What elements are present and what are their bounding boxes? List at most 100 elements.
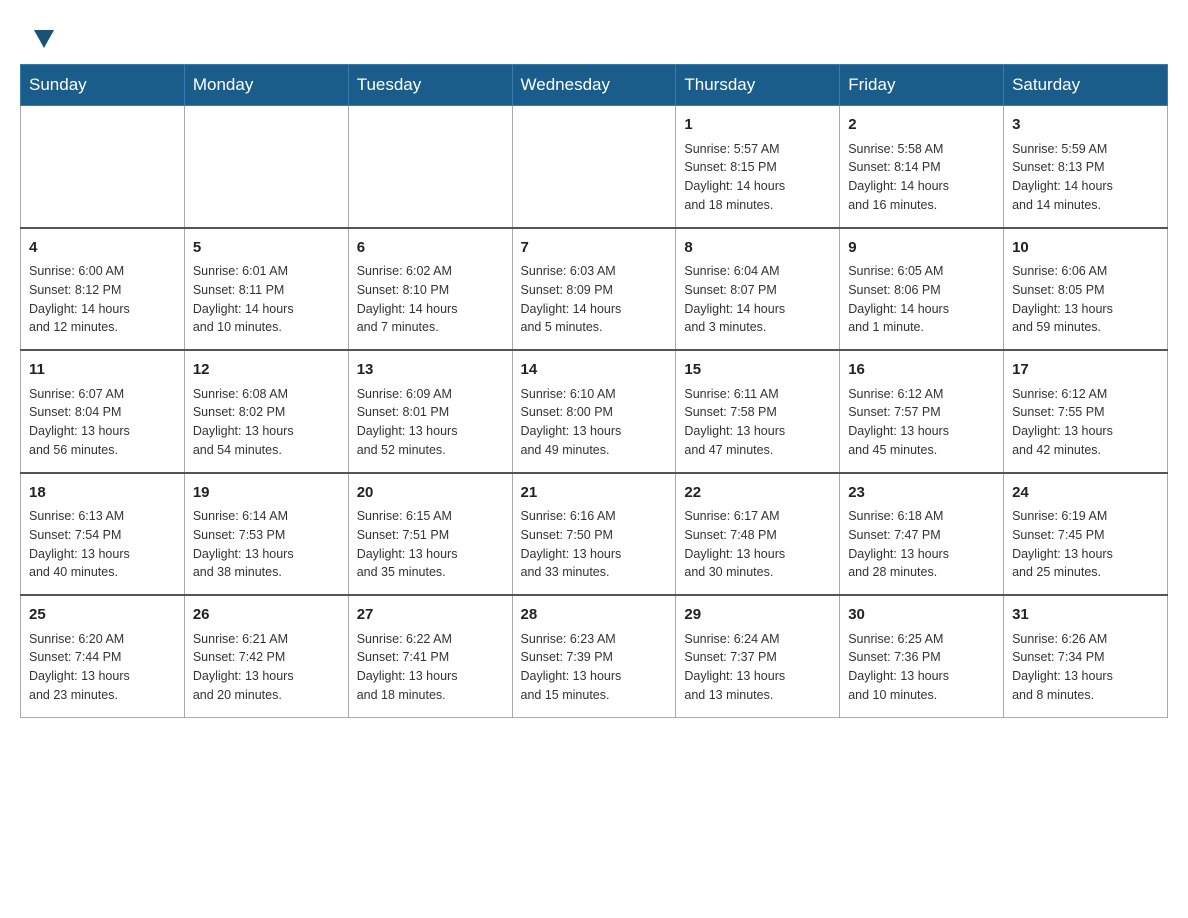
day-info: Sunrise: 6:26 AMSunset: 7:34 PMDaylight:…: [1012, 630, 1159, 705]
logo-triangle-icon: [34, 30, 54, 48]
calendar-cell: 22Sunrise: 6:17 AMSunset: 7:48 PMDayligh…: [676, 473, 840, 596]
calendar-week-row: 4Sunrise: 6:00 AMSunset: 8:12 PMDaylight…: [21, 228, 1168, 351]
calendar-cell: [184, 106, 348, 228]
day-info: Sunrise: 6:08 AMSunset: 8:02 PMDaylight:…: [193, 385, 340, 460]
day-number: 23: [848, 482, 995, 505]
calendar-cell: [21, 106, 185, 228]
day-number: 11: [29, 359, 176, 382]
calendar-cell: 24Sunrise: 6:19 AMSunset: 7:45 PMDayligh…: [1004, 473, 1168, 596]
calendar-cell: [348, 106, 512, 228]
day-info: Sunrise: 6:05 AMSunset: 8:06 PMDaylight:…: [848, 262, 995, 337]
day-info: Sunrise: 6:21 AMSunset: 7:42 PMDaylight:…: [193, 630, 340, 705]
day-info: Sunrise: 6:09 AMSunset: 8:01 PMDaylight:…: [357, 385, 504, 460]
calendar-cell: 7Sunrise: 6:03 AMSunset: 8:09 PMDaylight…: [512, 228, 676, 351]
day-number: 3: [1012, 114, 1159, 137]
calendar-cell: 6Sunrise: 6:02 AMSunset: 8:10 PMDaylight…: [348, 228, 512, 351]
calendar-week-row: 18Sunrise: 6:13 AMSunset: 7:54 PMDayligh…: [21, 473, 1168, 596]
day-number: 1: [684, 114, 831, 137]
calendar-cell: 30 Sunrise: 6:25 AMSunset: 7:36 PMDayligh…: [840, 595, 1004, 717]
day-info: Sunrise: 6:17 AMSunset: 7:48 PMDaylight:…: [684, 507, 831, 582]
weekday-header-thursday: Thursday: [676, 65, 840, 106]
weekday-header-row: SundayMondayTuesdayWednesdayThursdayFrid…: [21, 65, 1168, 106]
day-number: 6: [357, 237, 504, 260]
calendar-cell: 21Sunrise: 6:16 AMSunset: 7:50 PMDayligh…: [512, 473, 676, 596]
logo: [30, 30, 58, 48]
calendar-cell: 20Sunrise: 6:15 AMSunset: 7:51 PMDayligh…: [348, 473, 512, 596]
calendar-cell: [512, 106, 676, 228]
day-number: 10: [1012, 237, 1159, 260]
day-info: Sunrise: 6:07 AMSunset: 8:04 PMDaylight:…: [29, 385, 176, 460]
day-info: Sunrise: 5:58 AMSunset: 8:14 PMDaylight:…: [848, 140, 995, 215]
day-info: Sunrise: 6:10 AMSunset: 8:00 PMDaylight:…: [521, 385, 668, 460]
day-info: Sunrise: 6:15 AMSunset: 7:51 PMDaylight:…: [357, 507, 504, 582]
day-number: 25: [29, 604, 176, 627]
calendar-cell: 9Sunrise: 6:05 AMSunset: 8:06 PMDaylight…: [840, 228, 1004, 351]
day-number: 12: [193, 359, 340, 382]
calendar-cell: 19Sunrise: 6:14 AMSunset: 7:53 PMDayligh…: [184, 473, 348, 596]
day-number: 20: [357, 482, 504, 505]
day-number: 14: [521, 359, 668, 382]
day-number: 29: [684, 604, 831, 627]
calendar-cell: 26 Sunrise: 6:21 AMSunset: 7:42 PMDayligh…: [184, 595, 348, 717]
day-info: Sunrise: 6:04 AMSunset: 8:07 PMDaylight:…: [684, 262, 831, 337]
calendar-cell: 18Sunrise: 6:13 AMSunset: 7:54 PMDayligh…: [21, 473, 185, 596]
calendar-cell: 31 Sunrise: 6:26 AMSunset: 7:34 PMDayligh…: [1004, 595, 1168, 717]
day-number: 16: [848, 359, 995, 382]
day-number: 5: [193, 237, 340, 260]
weekday-header-sunday: Sunday: [21, 65, 185, 106]
page-header: [20, 20, 1168, 48]
day-number: 9: [848, 237, 995, 260]
weekday-header-tuesday: Tuesday: [348, 65, 512, 106]
calendar-cell: 25 Sunrise: 6:20 AMSunset: 7:44 PMDayligh…: [21, 595, 185, 717]
day-info: Sunrise: 6:18 AMSunset: 7:47 PMDaylight:…: [848, 507, 995, 582]
day-number: 2: [848, 114, 995, 137]
day-info: Sunrise: 6:20 AMSunset: 7:44 PMDaylight:…: [29, 630, 176, 705]
calendar-cell: 10Sunrise: 6:06 AMSunset: 8:05 PMDayligh…: [1004, 228, 1168, 351]
calendar-cell: 2 Sunrise: 5:58 AMSunset: 8:14 PMDaylight…: [840, 106, 1004, 228]
calendar-cell: 11 Sunrise: 6:07 AMSunset: 8:04 PMDayligh…: [21, 350, 185, 473]
calendar-cell: 16 Sunrise: 6:12 AMSunset: 7:57 PMDayligh…: [840, 350, 1004, 473]
day-number: 28: [521, 604, 668, 627]
calendar-cell: 15Sunrise: 6:11 AMSunset: 7:58 PMDayligh…: [676, 350, 840, 473]
calendar-week-row: 11 Sunrise: 6:07 AMSunset: 8:04 PMDayligh…: [21, 350, 1168, 473]
day-info: Sunrise: 6:25 AMSunset: 7:36 PMDaylight:…: [848, 630, 995, 705]
day-info: Sunrise: 5:57 AMSunset: 8:15 PMDaylight:…: [684, 140, 831, 215]
calendar-cell: 8Sunrise: 6:04 AMSunset: 8:07 PMDaylight…: [676, 228, 840, 351]
weekday-header-wednesday: Wednesday: [512, 65, 676, 106]
day-number: 26: [193, 604, 340, 627]
day-info: Sunrise: 6:19 AMSunset: 7:45 PMDaylight:…: [1012, 507, 1159, 582]
day-number: 18: [29, 482, 176, 505]
day-number: 22: [684, 482, 831, 505]
day-number: 21: [521, 482, 668, 505]
day-number: 17: [1012, 359, 1159, 382]
day-number: 24: [1012, 482, 1159, 505]
day-info: Sunrise: 6:24 AMSunset: 7:37 PMDaylight:…: [684, 630, 831, 705]
calendar-cell: 13Sunrise: 6:09 AMSunset: 8:01 PMDayligh…: [348, 350, 512, 473]
day-info: Sunrise: 6:11 AMSunset: 7:58 PMDaylight:…: [684, 385, 831, 460]
calendar-cell: 3Sunrise: 5:59 AMSunset: 8:13 PMDaylight…: [1004, 106, 1168, 228]
calendar-week-row: 25 Sunrise: 6:20 AMSunset: 7:44 PMDayligh…: [21, 595, 1168, 717]
day-info: Sunrise: 6:03 AMSunset: 8:09 PMDaylight:…: [521, 262, 668, 337]
day-number: 30: [848, 604, 995, 627]
calendar-cell: 23Sunrise: 6:18 AMSunset: 7:47 PMDayligh…: [840, 473, 1004, 596]
day-info: Sunrise: 6:12 AMSunset: 7:57 PMDaylight:…: [848, 385, 995, 460]
day-info: Sunrise: 6:22 AMSunset: 7:41 PMDaylight:…: [357, 630, 504, 705]
day-info: Sunrise: 6:16 AMSunset: 7:50 PMDaylight:…: [521, 507, 668, 582]
weekday-header-saturday: Saturday: [1004, 65, 1168, 106]
calendar-cell: 28Sunrise: 6:23 AMSunset: 7:39 PMDayligh…: [512, 595, 676, 717]
calendar-table: SundayMondayTuesdayWednesdayThursdayFrid…: [20, 64, 1168, 718]
day-number: 8: [684, 237, 831, 260]
calendar-cell: 4Sunrise: 6:00 AMSunset: 8:12 PMDaylight…: [21, 228, 185, 351]
day-number: 27: [357, 604, 504, 627]
day-info: Sunrise: 6:06 AMSunset: 8:05 PMDaylight:…: [1012, 262, 1159, 337]
weekday-header-monday: Monday: [184, 65, 348, 106]
day-number: 19: [193, 482, 340, 505]
day-number: 7: [521, 237, 668, 260]
calendar-cell: 17Sunrise: 6:12 AMSunset: 7:55 PMDayligh…: [1004, 350, 1168, 473]
day-info: Sunrise: 6:13 AMSunset: 7:54 PMDaylight:…: [29, 507, 176, 582]
calendar-cell: 12 Sunrise: 6:08 AMSunset: 8:02 PMDayligh…: [184, 350, 348, 473]
day-number: 31: [1012, 604, 1159, 627]
day-info: Sunrise: 6:01 AMSunset: 8:11 PMDaylight:…: [193, 262, 340, 337]
day-number: 4: [29, 237, 176, 260]
calendar-week-row: 1 Sunrise: 5:57 AMSunset: 8:15 PMDaylight…: [21, 106, 1168, 228]
